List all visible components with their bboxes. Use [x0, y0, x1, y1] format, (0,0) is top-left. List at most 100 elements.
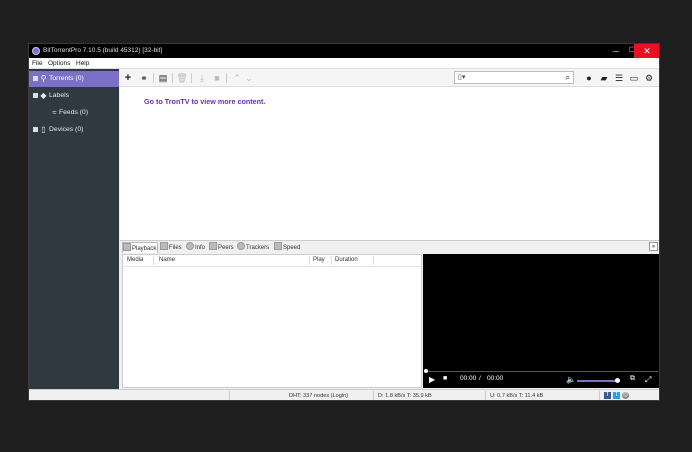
device-icon: ▯ — [41, 125, 46, 134]
tag-icon: ◆ — [40, 91, 47, 100]
seek-bar[interactable] — [424, 369, 658, 373]
menu-options[interactable]: Options — [48, 60, 70, 67]
tab-info[interactable]: Info — [186, 242, 205, 253]
volume-slider[interactable] — [577, 380, 617, 382]
trontv-link[interactable]: Go to TronTV to view more content. — [144, 97, 265, 106]
files-icon — [160, 242, 168, 250]
column-header-play[interactable]: Play — [313, 257, 325, 263]
tab-label: Files — [169, 245, 182, 251]
column-divider[interactable] — [331, 256, 332, 265]
sidebar: ⚲ Torrents (0) ◆ Labels ≈ Feeds (0) ▯ De… — [29, 69, 119, 389]
add-torrent-icon[interactable]: + — [122, 72, 134, 84]
play-icon[interactable]: ▶ — [429, 375, 435, 384]
tab-playback[interactable]: Playback — [122, 242, 158, 253]
facebook-icon[interactable]: f — [604, 392, 611, 399]
move-down-icon[interactable]: ⌄ — [243, 72, 255, 84]
tab-label: Trackers — [246, 245, 270, 251]
toolbar-divider — [191, 73, 192, 83]
sidebar-item-label: Torrents (0) — [49, 75, 84, 82]
toolbar-divider — [153, 73, 154, 83]
detail-tabs: Playback Files Info Peers Trackers Speed… — [120, 240, 659, 253]
stop-icon[interactable]: ■ — [211, 72, 223, 84]
tab-label: Peers — [218, 245, 234, 251]
tab-peers[interactable]: Peers — [209, 242, 234, 253]
download-icon[interactable]: ⤓ — [196, 72, 208, 84]
move-up-icon[interactable]: ⌃ — [231, 72, 243, 84]
status-divider — [485, 391, 486, 400]
search-icon[interactable]: ⌕ — [566, 73, 570, 83]
app-window: BitTorrentPro 7.10.5 (build 45312) [32-b… — [28, 43, 660, 401]
app-logo-icon — [32, 47, 40, 55]
status-bar: DHT: 337 nodes (Login) D: 1.8 kB/s T: 35… — [29, 389, 659, 400]
sidebar-item-label: Devices (0) — [49, 126, 84, 133]
volume-handle[interactable] — [615, 378, 620, 383]
status-divider — [373, 391, 374, 400]
dht-status: DHT: 337 nodes (Login) — [289, 393, 349, 399]
header-divider — [123, 266, 423, 267]
sidebar-item-labels[interactable]: ◆ Labels — [29, 88, 119, 104]
status-divider — [229, 391, 230, 400]
sidebar-item-label: Feeds (0) — [59, 109, 89, 116]
toolbar: + ⚭ ▤ 🗑 ⤓ ■ ⌃ ⌄ ▯▾ ⌕ ● ▰ ☰ ▭ ⚙ — [119, 69, 659, 87]
column-divider[interactable] — [153, 256, 154, 265]
download-status: D: 1.8 kB/s T: 35.9 kB — [378, 393, 432, 399]
status-divider — [599, 391, 600, 400]
list-view-icon[interactable]: ☰ — [613, 72, 625, 84]
time-separator: / — [479, 375, 481, 382]
column-divider[interactable] — [309, 256, 310, 265]
column-header-media[interactable]: Media — [127, 257, 143, 263]
playback-icon — [123, 243, 131, 251]
seek-handle[interactable] — [424, 369, 428, 373]
sidebar-item-label: Labels — [49, 92, 70, 99]
remove-icon[interactable]: 🗑 — [176, 72, 188, 84]
fullscreen-icon[interactable]: ⤢ — [645, 375, 651, 385]
popout-icon[interactable]: ⧉ — [630, 375, 635, 383]
torrent-list-pane: Go to TronTV to view more content. — [120, 87, 659, 240]
settings-icon[interactable]: ⚙ — [643, 72, 655, 84]
current-time: 00:00 — [460, 375, 477, 382]
total-time: 00:00 — [487, 375, 504, 382]
expand-icon[interactable] — [33, 93, 38, 98]
bundle-icon[interactable]: ● — [583, 72, 595, 84]
volume-icon[interactable]: 🔈 — [566, 375, 576, 384]
chat-icon[interactable]: ▰ — [598, 72, 610, 84]
upload-status: U: 0.7 kB/s T: 11.4 kB — [490, 393, 544, 399]
search-input[interactable]: ▯▾ ⌕ — [454, 71, 574, 84]
tab-label: Speed — [283, 245, 301, 251]
remote-icon[interactable]: ▭ — [628, 72, 640, 84]
tab-files[interactable]: Files — [160, 242, 182, 253]
twitter-icon[interactable]: t — [613, 392, 620, 399]
sidebar-item-devices[interactable]: ▯ Devices (0) — [29, 122, 119, 138]
tab-speed[interactable]: Speed — [274, 242, 300, 253]
window-title: BitTorrentPro 7.10.5 (build 45312) [32-b… — [43, 47, 163, 54]
stop-playback-icon[interactable]: ■ — [443, 375, 447, 382]
peers-icon — [209, 242, 217, 250]
minimize-button[interactable]: ─ — [609, 44, 623, 58]
column-header-duration[interactable]: Duration — [335, 257, 358, 263]
torrents-icon: ⚲ — [40, 74, 47, 83]
menu-file[interactable]: File — [32, 60, 42, 67]
tab-label: Info — [195, 245, 206, 251]
menu-bar: File Options Help — [29, 58, 659, 69]
rss-icon: ≈ — [52, 108, 57, 117]
collapse-panel-button[interactable]: » — [649, 242, 658, 251]
playlist-table[interactable]: Media Name Play Duration — [122, 254, 423, 388]
expand-icon[interactable] — [33, 76, 38, 81]
sidebar-item-torrents[interactable]: ⚲ Torrents (0) — [29, 71, 119, 87]
menu-help[interactable]: Help — [76, 60, 89, 67]
add-url-icon[interactable]: ⚭ — [138, 72, 150, 84]
create-torrent-icon[interactable]: ▤ — [157, 72, 169, 84]
search-provider-icon[interactable]: ▯▾ — [458, 73, 465, 81]
toolbar-divider — [172, 73, 173, 83]
sidebar-item-feeds[interactable]: ≈ Feeds (0) — [29, 105, 119, 121]
web-icon[interactable]: ◎ — [622, 392, 629, 399]
toolbar-divider — [226, 73, 227, 83]
expand-icon[interactable] — [33, 127, 38, 132]
tab-trackers[interactable]: Trackers — [237, 242, 269, 253]
title-bar[interactable]: BitTorrentPro 7.10.5 (build 45312) [32-b… — [29, 44, 659, 58]
close-button[interactable]: ✕ — [634, 44, 659, 58]
tab-label: Playback — [132, 246, 157, 252]
video-player[interactable]: ▶ ■ 00:00 / 00:00 🔈 ⧉ ⤢ — [423, 254, 659, 388]
column-divider[interactable] — [373, 256, 374, 265]
column-header-name[interactable]: Name — [159, 257, 175, 263]
